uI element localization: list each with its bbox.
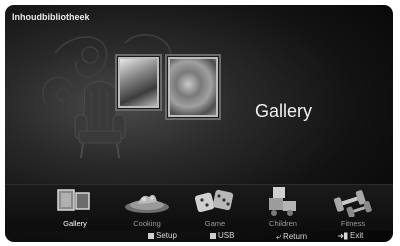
category-label-fitness: Fitness <box>340 219 366 228</box>
category-game[interactable]: Game <box>185 185 245 228</box>
gallery-icon <box>57 189 90 211</box>
category-cooking[interactable]: Cooking <box>117 185 177 228</box>
picture-frame-large <box>168 57 218 117</box>
content-library-screen: Inhoudbibliotheek Gallery Gallery Cookin… <box>5 5 393 242</box>
picture-frame-small <box>118 57 159 108</box>
usb-label: USB <box>218 231 235 240</box>
setup-label: Setup <box>156 231 177 240</box>
dumbbell-icon <box>333 190 372 217</box>
usb-hint[interactable]: USB <box>210 231 234 240</box>
dice-icon <box>194 189 234 213</box>
blocks-icon <box>269 187 296 216</box>
usb-square-icon <box>210 232 216 239</box>
category-label-game: Game <box>204 219 226 228</box>
category-label-cooking: Cooking <box>133 219 161 228</box>
exit-door-icon <box>338 232 348 239</box>
page-title: Inhoudbibliotheek <box>12 12 90 22</box>
category-fitness[interactable]: Fitness <box>323 185 383 228</box>
exit-hint[interactable]: Exit <box>338 231 363 240</box>
exit-label: Exit <box>350 231 364 240</box>
category-children[interactable]: Children <box>253 185 313 228</box>
category-label-children: Children <box>269 219 297 228</box>
selected-category-title: Gallery <box>255 101 313 121</box>
setup-hint[interactable]: Setup <box>148 231 177 240</box>
return-label: Return <box>283 232 308 241</box>
category-gallery[interactable]: Gallery <box>45 185 105 228</box>
return-hint[interactable]: ⤶ Return <box>276 231 307 242</box>
category-label-gallery: Gallery <box>63 219 87 228</box>
setup-square-icon <box>148 232 154 239</box>
cooking-icon <box>125 194 169 213</box>
return-arrow-icon: ⤶ <box>276 231 282 241</box>
